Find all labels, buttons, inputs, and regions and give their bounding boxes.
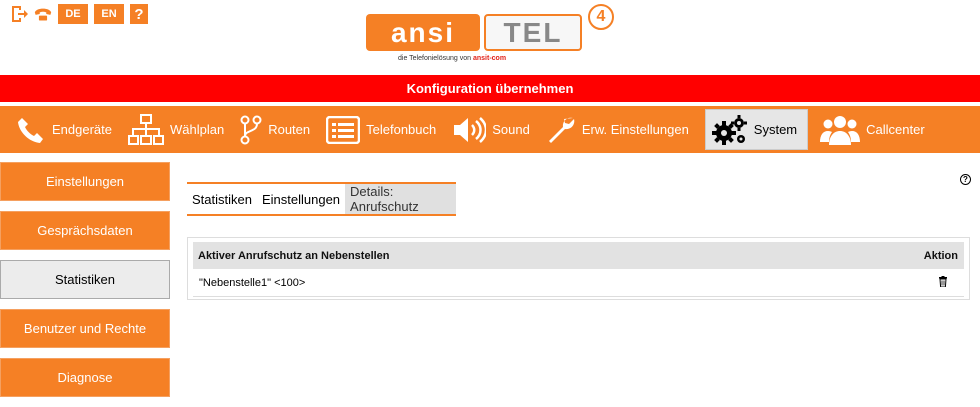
- sidebar: Einstellungen Gesprächsdaten Statistiken…: [0, 162, 170, 407]
- nav-item-label: System: [753, 122, 798, 137]
- apply-config-label: Konfiguration übernehmen: [406, 81, 574, 96]
- tab-statistiken[interactable]: Statistiken: [187, 184, 257, 214]
- sidebar-item-label: Benutzer und Rechte: [23, 321, 147, 336]
- logout-icon[interactable]: [10, 4, 28, 24]
- anrufschutz-panel: Aktiver Anrufschutz an Nebenstellen Akti…: [187, 237, 970, 300]
- sidebar-item-statistiken[interactable]: Statistiken: [0, 260, 170, 299]
- column-header-aktion: Aktion: [923, 249, 958, 262]
- logo-tel: TEL: [484, 14, 582, 51]
- nav-item-label: Endgeräte: [52, 122, 112, 137]
- nav-item-telefonbuch[interactable]: Telefonbuch: [320, 106, 446, 153]
- nav-item-label: Erw. Einstellungen: [581, 122, 689, 137]
- sidebar-item-label: Statistiken: [55, 272, 115, 287]
- route-icon: [240, 115, 262, 144]
- nav-item-callcenter[interactable]: Callcenter: [814, 106, 935, 153]
- extension-cell: "Nebenstelle1" <100>: [199, 276, 306, 289]
- header: DE EN ? ansi TEL 4 die Telefonielösung v…: [0, 0, 980, 75]
- speaker-icon: [454, 116, 487, 143]
- nav-item-waehlplan[interactable]: Wählplan: [122, 106, 234, 153]
- lang-en-label: EN: [101, 8, 117, 20]
- phone-icon[interactable]: [34, 4, 52, 24]
- tab-label: Einstellungen: [261, 191, 341, 207]
- wrench-icon: [548, 117, 575, 143]
- gears-icon: [711, 114, 747, 145]
- nav-item-endgeraete[interactable]: Endgeräte: [10, 106, 122, 153]
- tab-bar: Statistiken Einstellungen Details: Anruf…: [187, 182, 456, 216]
- apply-config-button[interactable]: Konfiguration übernehmen: [0, 75, 980, 102]
- help-label: ?: [134, 5, 144, 23]
- tab-einstellungen[interactable]: Einstellungen: [257, 184, 345, 214]
- sidebar-item-gespraechsdaten[interactable]: Gesprächsdaten: [0, 211, 170, 250]
- lang-de-button[interactable]: DE: [58, 4, 88, 24]
- nav-item-label: Sound: [492, 122, 530, 137]
- logo-ansi: ansi: [366, 14, 480, 51]
- nav-item-label: Callcenter: [866, 122, 925, 137]
- tab-label: Details: Anrufschutz: [350, 184, 419, 214]
- column-header-nebenstellen: Aktiver Anrufschutz an Nebenstellen: [198, 249, 390, 262]
- tab-label: Statistiken: [192, 191, 252, 207]
- ansitel-logo: ansi TEL 4 die Telefonielösung von ansit…: [366, 4, 626, 66]
- help-button[interactable]: ?: [130, 4, 148, 24]
- sidebar-item-label: Gesprächsdaten: [37, 223, 133, 238]
- sidebar-item-einstellungen[interactable]: Einstellungen: [0, 162, 170, 201]
- nav-item-erw-einstellungen[interactable]: Erw. Einstellungen: [540, 106, 699, 153]
- top-icons: DE EN ?: [10, 4, 148, 24]
- nav-item-label: Wählplan: [170, 122, 225, 137]
- nav-item-label: Routen: [268, 122, 311, 137]
- nav-item-system[interactable]: System: [704, 109, 809, 150]
- sidebar-item-label: Diagnose: [57, 370, 113, 385]
- logo-tagline-prefix: die Telefonielösung von: [398, 55, 472, 62]
- nav-item-routen[interactable]: Routen: [234, 106, 320, 153]
- sidebar-item-benutzer-und-rechte[interactable]: Benutzer und Rechte: [0, 309, 170, 348]
- logo-tagline-brand: ansit-com: [473, 55, 507, 62]
- users-icon: [820, 115, 861, 145]
- nav-item-sound[interactable]: Sound: [446, 106, 540, 153]
- sidebar-item-diagnose[interactable]: Diagnose: [0, 358, 170, 397]
- nav-item-label: Telefonbuch: [366, 122, 437, 137]
- list-icon: [326, 115, 361, 144]
- sitemap-icon: [128, 113, 164, 145]
- main-nav: Endgeräte Wählplan Routen Telefonbuch So…: [0, 106, 980, 153]
- lang-en-button[interactable]: EN: [94, 4, 124, 24]
- lang-de-label: DE: [65, 8, 81, 20]
- trash-icon[interactable]: [938, 275, 948, 290]
- table-header: Aktiver Anrufschutz an Nebenstellen Akti…: [193, 242, 964, 269]
- phone-icon: [18, 117, 43, 143]
- logo-version: 4: [588, 4, 614, 30]
- tab-details-anrufschutz[interactable]: Details: Anrufschutz: [345, 184, 456, 214]
- table-row: "Nebenstelle1" <100>: [193, 269, 964, 297]
- main-content: Statistiken Einstellungen Details: Anruf…: [187, 182, 972, 300]
- sidebar-item-label: Einstellungen: [45, 174, 125, 189]
- logo-tagline: die Telefonielösung von ansit-com: [398, 55, 506, 62]
